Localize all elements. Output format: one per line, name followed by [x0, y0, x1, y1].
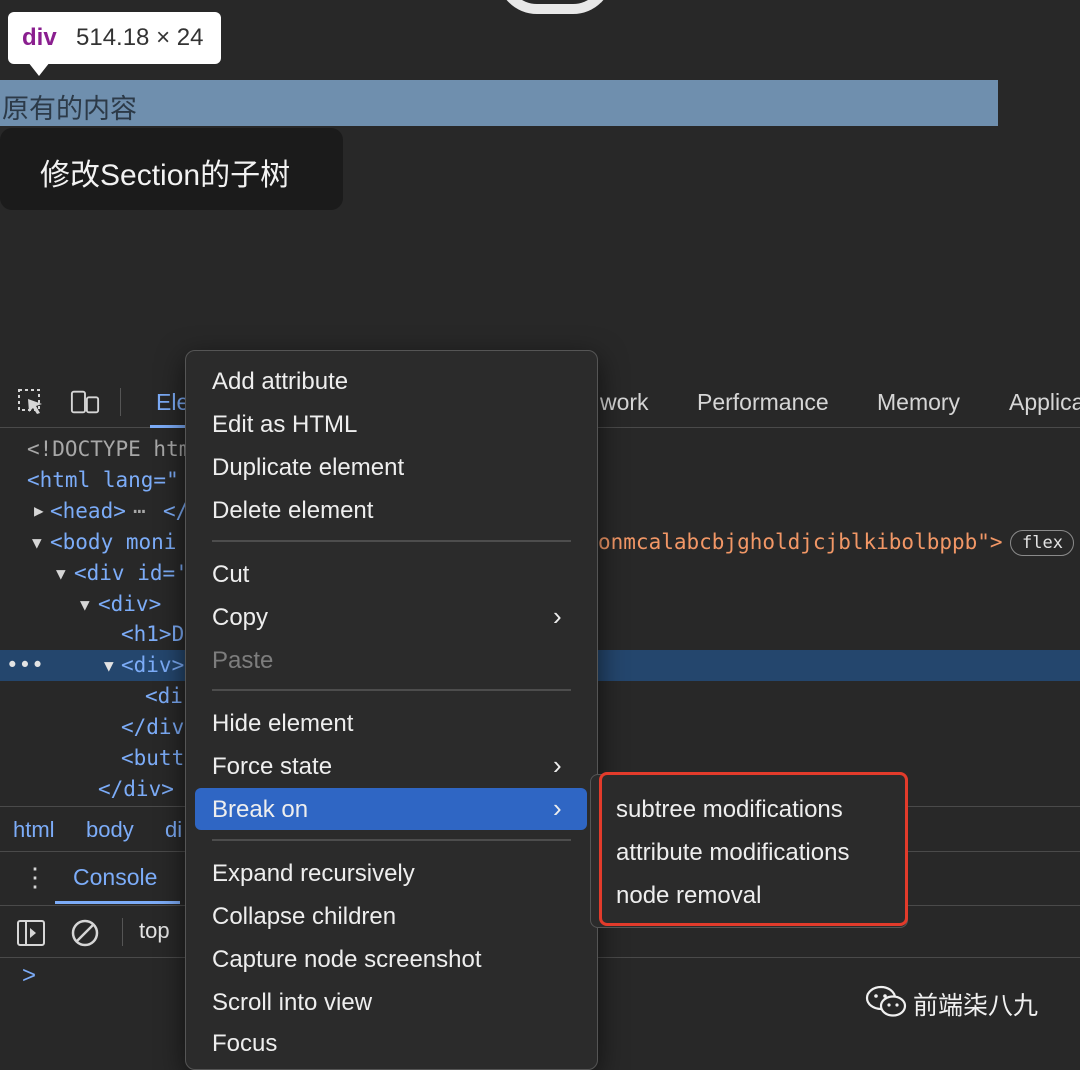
- dom-h1-tag[interactable]: <h1>D: [121, 622, 184, 646]
- dom-div-id-tag[interactable]: <div id=': [74, 561, 188, 585]
- clear-console-icon[interactable]: [70, 918, 100, 948]
- flex-badge-label: flex: [1022, 533, 1063, 553]
- tooltip-tag-name: div: [22, 24, 57, 51]
- submenu-item-attribute-modifications[interactable]: attribute modifications: [616, 839, 849, 867]
- menu-item-capture-node-screenshot[interactable]: Capture node screenshot: [212, 946, 482, 974]
- menu-item-expand-recursively[interactable]: Expand recursively: [212, 860, 415, 888]
- tab-console[interactable]: Console: [73, 864, 157, 891]
- menu-item-duplicate-element[interactable]: Duplicate element: [212, 454, 404, 482]
- console-prompt-icon[interactable]: >: [22, 962, 36, 990]
- modify-section-button[interactable]: 修改Section的子树: [0, 128, 343, 210]
- menu-item-cut[interactable]: Cut: [212, 561, 249, 589]
- dom-doctype[interactable]: <!DOCTYPE htm: [27, 437, 191, 461]
- dom-div-tag[interactable]: <div>: [98, 592, 161, 616]
- sidebar-toggle-icon[interactable]: [16, 918, 46, 948]
- menu-item-edit-as-html[interactable]: Edit as HTML: [212, 411, 357, 439]
- dom-body-tag[interactable]: <body moni: [50, 530, 176, 554]
- menu-item-force-state[interactable]: Force state: [212, 753, 332, 781]
- more-options-icon[interactable]: •••: [6, 653, 44, 677]
- element-size-tooltip: div 514.18 × 24: [8, 12, 221, 64]
- tab-memory[interactable]: Memory: [877, 389, 960, 416]
- collapse-arrow-icon[interactable]: ▼: [56, 564, 66, 583]
- menu-item-focus[interactable]: Focus: [212, 1030, 277, 1058]
- breadcrumb-div[interactable]: di: [165, 817, 182, 843]
- menu-separator: [212, 540, 571, 542]
- inspect-element-icon[interactable]: [16, 387, 46, 417]
- dom-div-close-tag[interactable]: </div: [121, 715, 184, 739]
- dom-div-close-tag-2[interactable]: </div>: [98, 777, 174, 801]
- menu-item-scroll-into-view[interactable]: Scroll into view: [212, 989, 372, 1017]
- dom-button-tag[interactable]: <butt: [121, 746, 184, 770]
- inspected-element-highlight: 原有的内容: [0, 80, 998, 126]
- chevron-right-icon: ›: [553, 793, 562, 823]
- tab-application[interactable]: Applica: [1009, 389, 1080, 416]
- device-toolbar-icon[interactable]: [70, 387, 100, 417]
- chevron-right-icon: ›: [553, 601, 562, 631]
- dom-html-tag[interactable]: <html lang=": [27, 468, 179, 492]
- collapse-arrow-icon[interactable]: ▼: [104, 656, 114, 675]
- expand-arrow-icon[interactable]: ▶: [34, 501, 44, 520]
- collapse-arrow-icon[interactable]: ▼: [32, 533, 42, 552]
- original-content-text: 原有的内容: [2, 94, 137, 124]
- ellipsis-icon[interactable]: ⋯: [133, 499, 146, 523]
- menu-item-delete-element[interactable]: Delete element: [212, 497, 373, 525]
- watermark-text: 前端柒八九: [913, 992, 1039, 1020]
- active-tab-indicator: [150, 425, 190, 428]
- tab-network[interactable]: work: [600, 389, 649, 416]
- tooltip-dimensions: 514.18 × 24: [76, 24, 204, 51]
- menu-item-hide-element[interactable]: Hide element: [212, 710, 353, 738]
- dom-head-tag[interactable]: <head>: [50, 499, 126, 523]
- execution-context-select[interactable]: top: [139, 918, 170, 944]
- submenu-item-node-removal[interactable]: node removal: [616, 882, 761, 910]
- dom-selected-div-tag[interactable]: <div>: [121, 653, 184, 677]
- menu-separator: [212, 839, 571, 841]
- tab-performance[interactable]: Performance: [697, 389, 829, 416]
- console-tab-indicator: [55, 901, 180, 904]
- menu-item-collapse-children[interactable]: Collapse children: [212, 903, 396, 931]
- breadcrumb-body[interactable]: body: [86, 817, 134, 843]
- chevron-right-icon: ›: [553, 750, 562, 780]
- watermark: 前端柒八九: [865, 982, 1065, 1022]
- menu-item-add-attribute[interactable]: Add attribute: [212, 368, 348, 396]
- wechat-icon: [865, 985, 907, 1017]
- modify-section-button-label: 修改Section的子树: [40, 159, 291, 192]
- menu-item-break-on-label: Break on: [212, 796, 309, 823]
- breadcrumb-html[interactable]: html: [13, 817, 55, 843]
- submenu-item-subtree-modifications[interactable]: subtree modifications: [616, 796, 843, 824]
- menu-item-paste: Paste: [212, 647, 274, 674]
- menu-item-copy[interactable]: Copy: [212, 604, 268, 632]
- toolbar-divider: [122, 918, 123, 946]
- toolbar-divider: [120, 388, 121, 416]
- menu-separator: [212, 689, 571, 691]
- collapse-arrow-icon[interactable]: ▼: [80, 595, 90, 614]
- dom-inner-div-tag[interactable]: <di: [145, 684, 183, 708]
- tooltip-arrow: [28, 62, 50, 76]
- flex-badge[interactable]: flex: [1010, 530, 1074, 556]
- dom-body-attr-value: onmcalabcbjgholdjcjblkibolbppb">: [598, 530, 1003, 554]
- drawer-menu-icon[interactable]: ⋮: [22, 862, 48, 893]
